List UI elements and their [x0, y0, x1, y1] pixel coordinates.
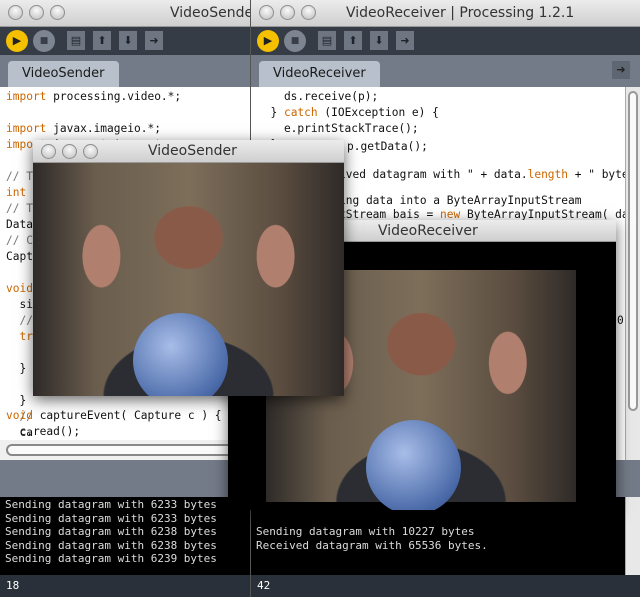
window-title: VideoReceiver | Processing 1.2.1: [346, 5, 575, 21]
minimize-button[interactable]: [280, 5, 295, 20]
window-title: VideoReceiver: [378, 223, 478, 239]
run-button[interactable]: ▶: [257, 30, 279, 52]
console-line: Sending datagram with 6239 bytes: [5, 552, 217, 565]
code-line: import javax.imageio.*;: [6, 122, 161, 135]
title-bar[interactable]: VideoReceiver | Processing 1.2.1: [251, 0, 640, 27]
console-scrollbar[interactable]: [625, 497, 640, 575]
code-line: //: [6, 314, 33, 327]
code-line: c.read();: [6, 425, 81, 438]
open-button[interactable]: ⬆: [93, 31, 111, 50]
shirt-graphic: [366, 420, 461, 510]
run-button[interactable]: ▶: [6, 30, 28, 52]
minimize-button[interactable]: [29, 5, 44, 20]
code-line: ds.receive(p);: [257, 90, 379, 103]
tab-bar: VideoReceiver ➜: [251, 55, 640, 87]
line-number: 18: [0, 575, 252, 597]
code-line: ived datagram with " + data.length + " b…: [339, 168, 640, 181]
code-line: e.printStackTrace();: [257, 122, 419, 135]
tab-videosender[interactable]: VideoSender: [8, 61, 119, 87]
stop-button[interactable]: ■: [33, 30, 55, 52]
save-button[interactable]: ⬇: [370, 31, 388, 50]
code-line: void captureEvent( Capture c ) {: [6, 409, 222, 422]
console: Sending datagram with 6233 bytes Sending …: [0, 497, 252, 575]
stop-button[interactable]: ■: [284, 30, 306, 52]
toolbar: ▶ ■ ▤ ⬆ ⬇ ➜: [251, 27, 640, 55]
tab-bar: VideoSender: [0, 55, 252, 87]
zoom-button[interactable]: [301, 5, 316, 20]
code-line: } catch (IOException e) {: [257, 106, 439, 119]
title-bar[interactable]: VideoSender: [33, 140, 344, 163]
toolbar: ▶ ■ ▤ ⬆ ⬇ ➜: [0, 27, 252, 55]
close-button[interactable]: [8, 5, 23, 20]
code-line: p.getData();: [347, 140, 428, 153]
code-line: 0: [617, 314, 624, 327]
new-button[interactable]: ▤: [67, 31, 85, 50]
title-bar[interactable]: VideoSender: [0, 0, 252, 27]
window-title: VideoSender: [170, 5, 252, 21]
captured-video-frame: [33, 163, 344, 396]
code-line: import processing.video.*;: [6, 90, 182, 103]
window-title: VideoSender: [148, 143, 237, 159]
export-button[interactable]: ➜: [145, 31, 163, 50]
shirt-graphic: [133, 313, 228, 396]
tab-videoreceiver[interactable]: VideoReceiver: [259, 61, 380, 87]
vertical-scrollbar[interactable]: [625, 87, 640, 460]
export-button[interactable]: ➜: [396, 31, 414, 50]
tab-menu-arrow-icon[interactable]: ➜: [612, 61, 630, 79]
console-line: Received datagram with 65536 bytes.: [256, 538, 488, 552]
code-line: }: [6, 394, 27, 407]
horizontal-scrollbar[interactable]: [0, 440, 252, 460]
zoom-button[interactable]: [83, 144, 98, 159]
code-line: void: [6, 282, 33, 295]
new-button[interactable]: ▤: [318, 31, 336, 50]
message-area: [0, 460, 252, 497]
save-button[interactable]: ⬇: [119, 31, 137, 50]
line-number: 42: [251, 575, 640, 597]
close-button[interactable]: [259, 5, 274, 20]
sender-sketch-window: VideoSender: [33, 140, 344, 396]
zoom-button[interactable]: [50, 5, 65, 20]
code-line: si: [6, 298, 33, 311]
minimize-button[interactable]: [62, 144, 77, 159]
close-button[interactable]: [41, 144, 56, 159]
open-button[interactable]: ⬆: [344, 31, 362, 50]
